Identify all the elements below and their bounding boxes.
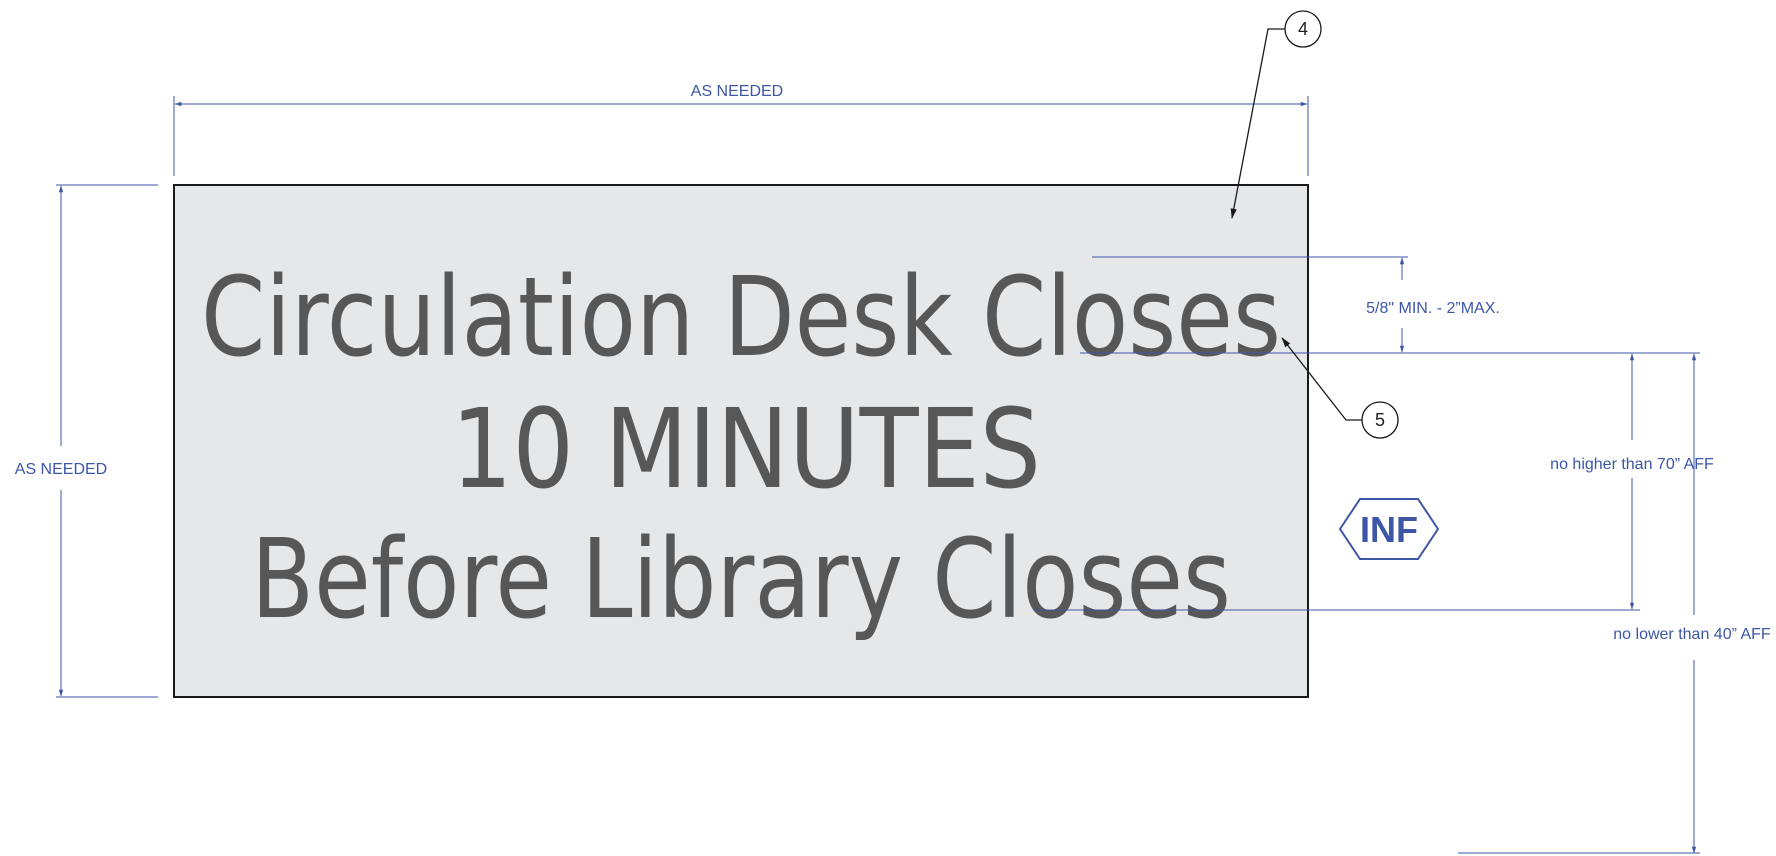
width-dimension-label: AS NEEDED [691, 83, 783, 100]
width-dimension: AS NEEDED [173, 82, 1309, 176]
min-height-dimension: no lower than 40” AFF [1458, 353, 1774, 854]
sign-drawing: Circulation Desk Closes 10 MINUTES Befor… [11, 10, 1774, 854]
max-height-label: no higher than 70” AFF [1550, 456, 1714, 473]
sign-line-1: Circulation Desk Closes [201, 253, 1281, 381]
cap-height-label: 5/8" MIN. - 2”MAX. [1366, 300, 1500, 317]
sign-line-3: Before Library Closes [251, 515, 1231, 643]
callout-text-number: 5 [1375, 410, 1385, 430]
sign-line-2: 10 MINUTES [451, 385, 1041, 513]
callout-panel-number: 4 [1298, 19, 1308, 39]
min-height-label: no lower than 40” AFF [1613, 626, 1771, 643]
inf-badge-label: INF [1360, 509, 1418, 550]
height-dimension: AS NEEDED [11, 184, 158, 698]
height-dimension-label: AS NEEDED [15, 461, 107, 478]
inf-badge: INF [1338, 498, 1440, 560]
